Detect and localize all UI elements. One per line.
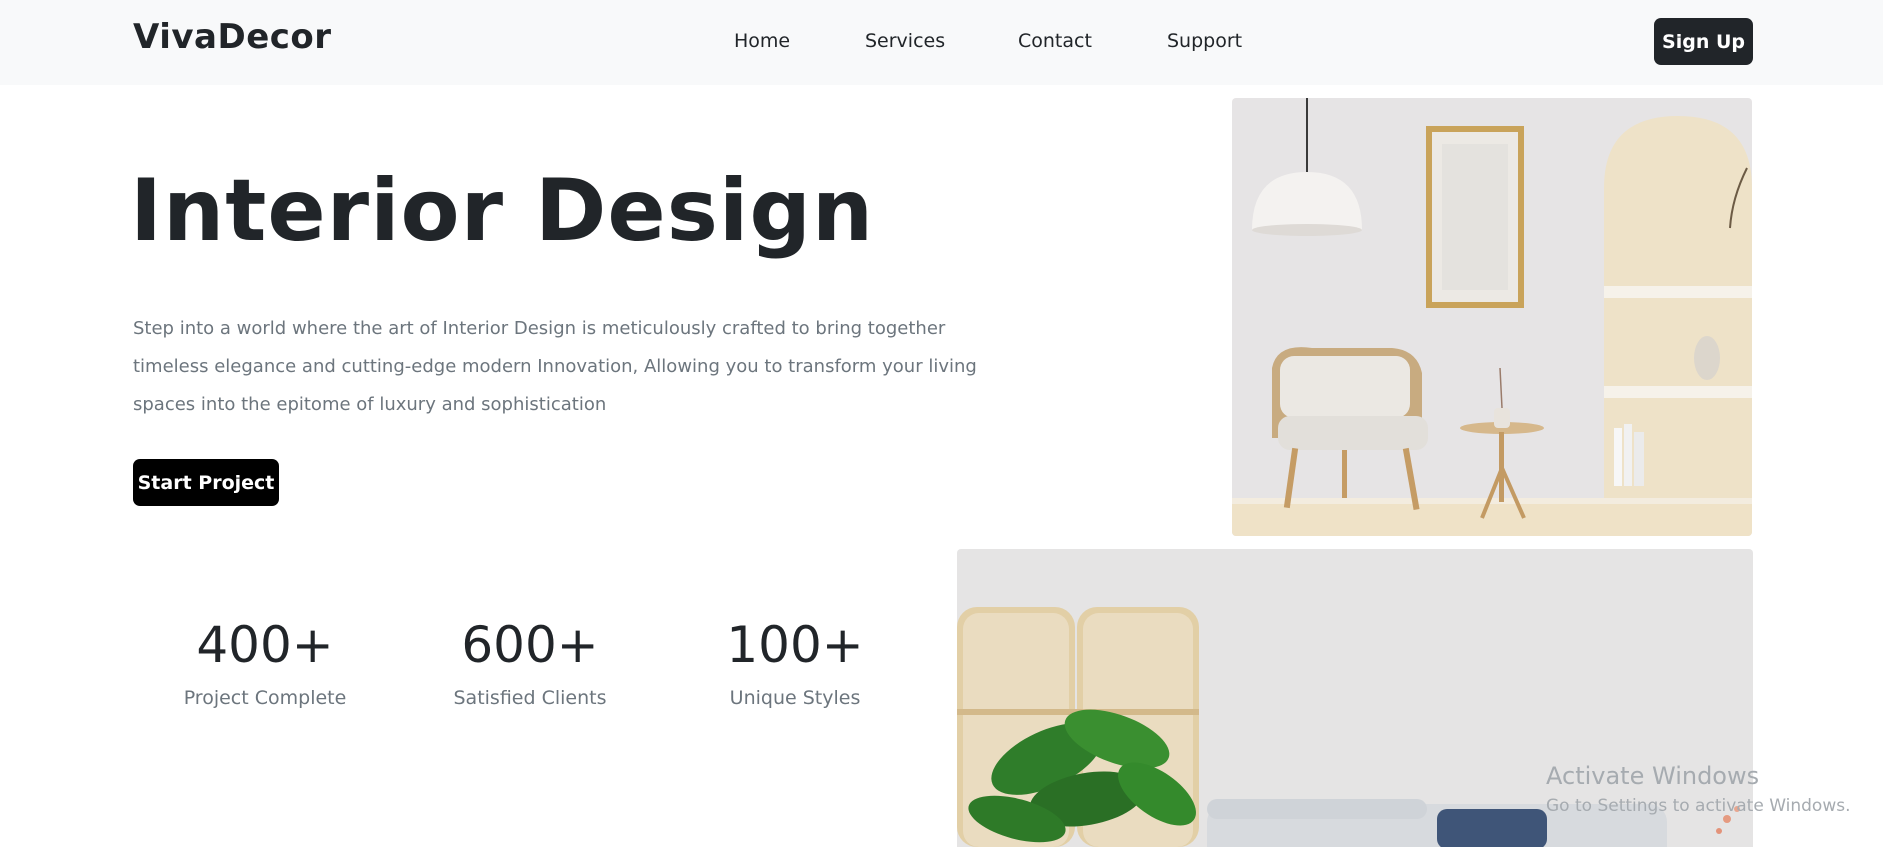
nav-link-support[interactable]: Support	[1167, 30, 1242, 52]
start-project-button[interactable]: Start Project	[133, 459, 279, 506]
stat-label: Project Complete	[183, 687, 347, 709]
stat-value: 600+	[461, 616, 599, 674]
stat-value: 100+	[726, 616, 864, 674]
interior-photo-chair	[1232, 98, 1752, 536]
hero-description: Step into a world where the art of Inter…	[133, 318, 977, 415]
stat-label: Satisfied Clients	[453, 687, 607, 709]
stat-projects: 400+ Project Complete	[155, 616, 375, 710]
stat-clients: 600+ Satisfied Clients	[420, 616, 640, 710]
stat-value: 400+	[196, 616, 334, 674]
stat-label: Unique Styles	[729, 687, 861, 709]
navbar: VivaDecor Home Services Contact Support …	[0, 0, 1883, 85]
sign-up-button[interactable]: Sign Up	[1654, 18, 1753, 65]
nav-link-contact[interactable]: Contact	[1018, 30, 1092, 52]
activate-windows-watermark: Activate Windows Go to Settings to activ…	[1546, 762, 1851, 816]
watermark-title: Activate Windows	[1546, 762, 1760, 790]
hero-title: Interior Design	[130, 161, 875, 261]
stat-styles: 100+ Unique Styles	[685, 616, 905, 710]
brand-logo[interactable]: VivaDecor	[133, 17, 332, 57]
nav-link-home[interactable]: Home	[734, 30, 790, 52]
watermark-subtitle: Go to Settings to activate Windows.	[1546, 796, 1851, 816]
nav-link-services[interactable]: Services	[865, 30, 945, 52]
